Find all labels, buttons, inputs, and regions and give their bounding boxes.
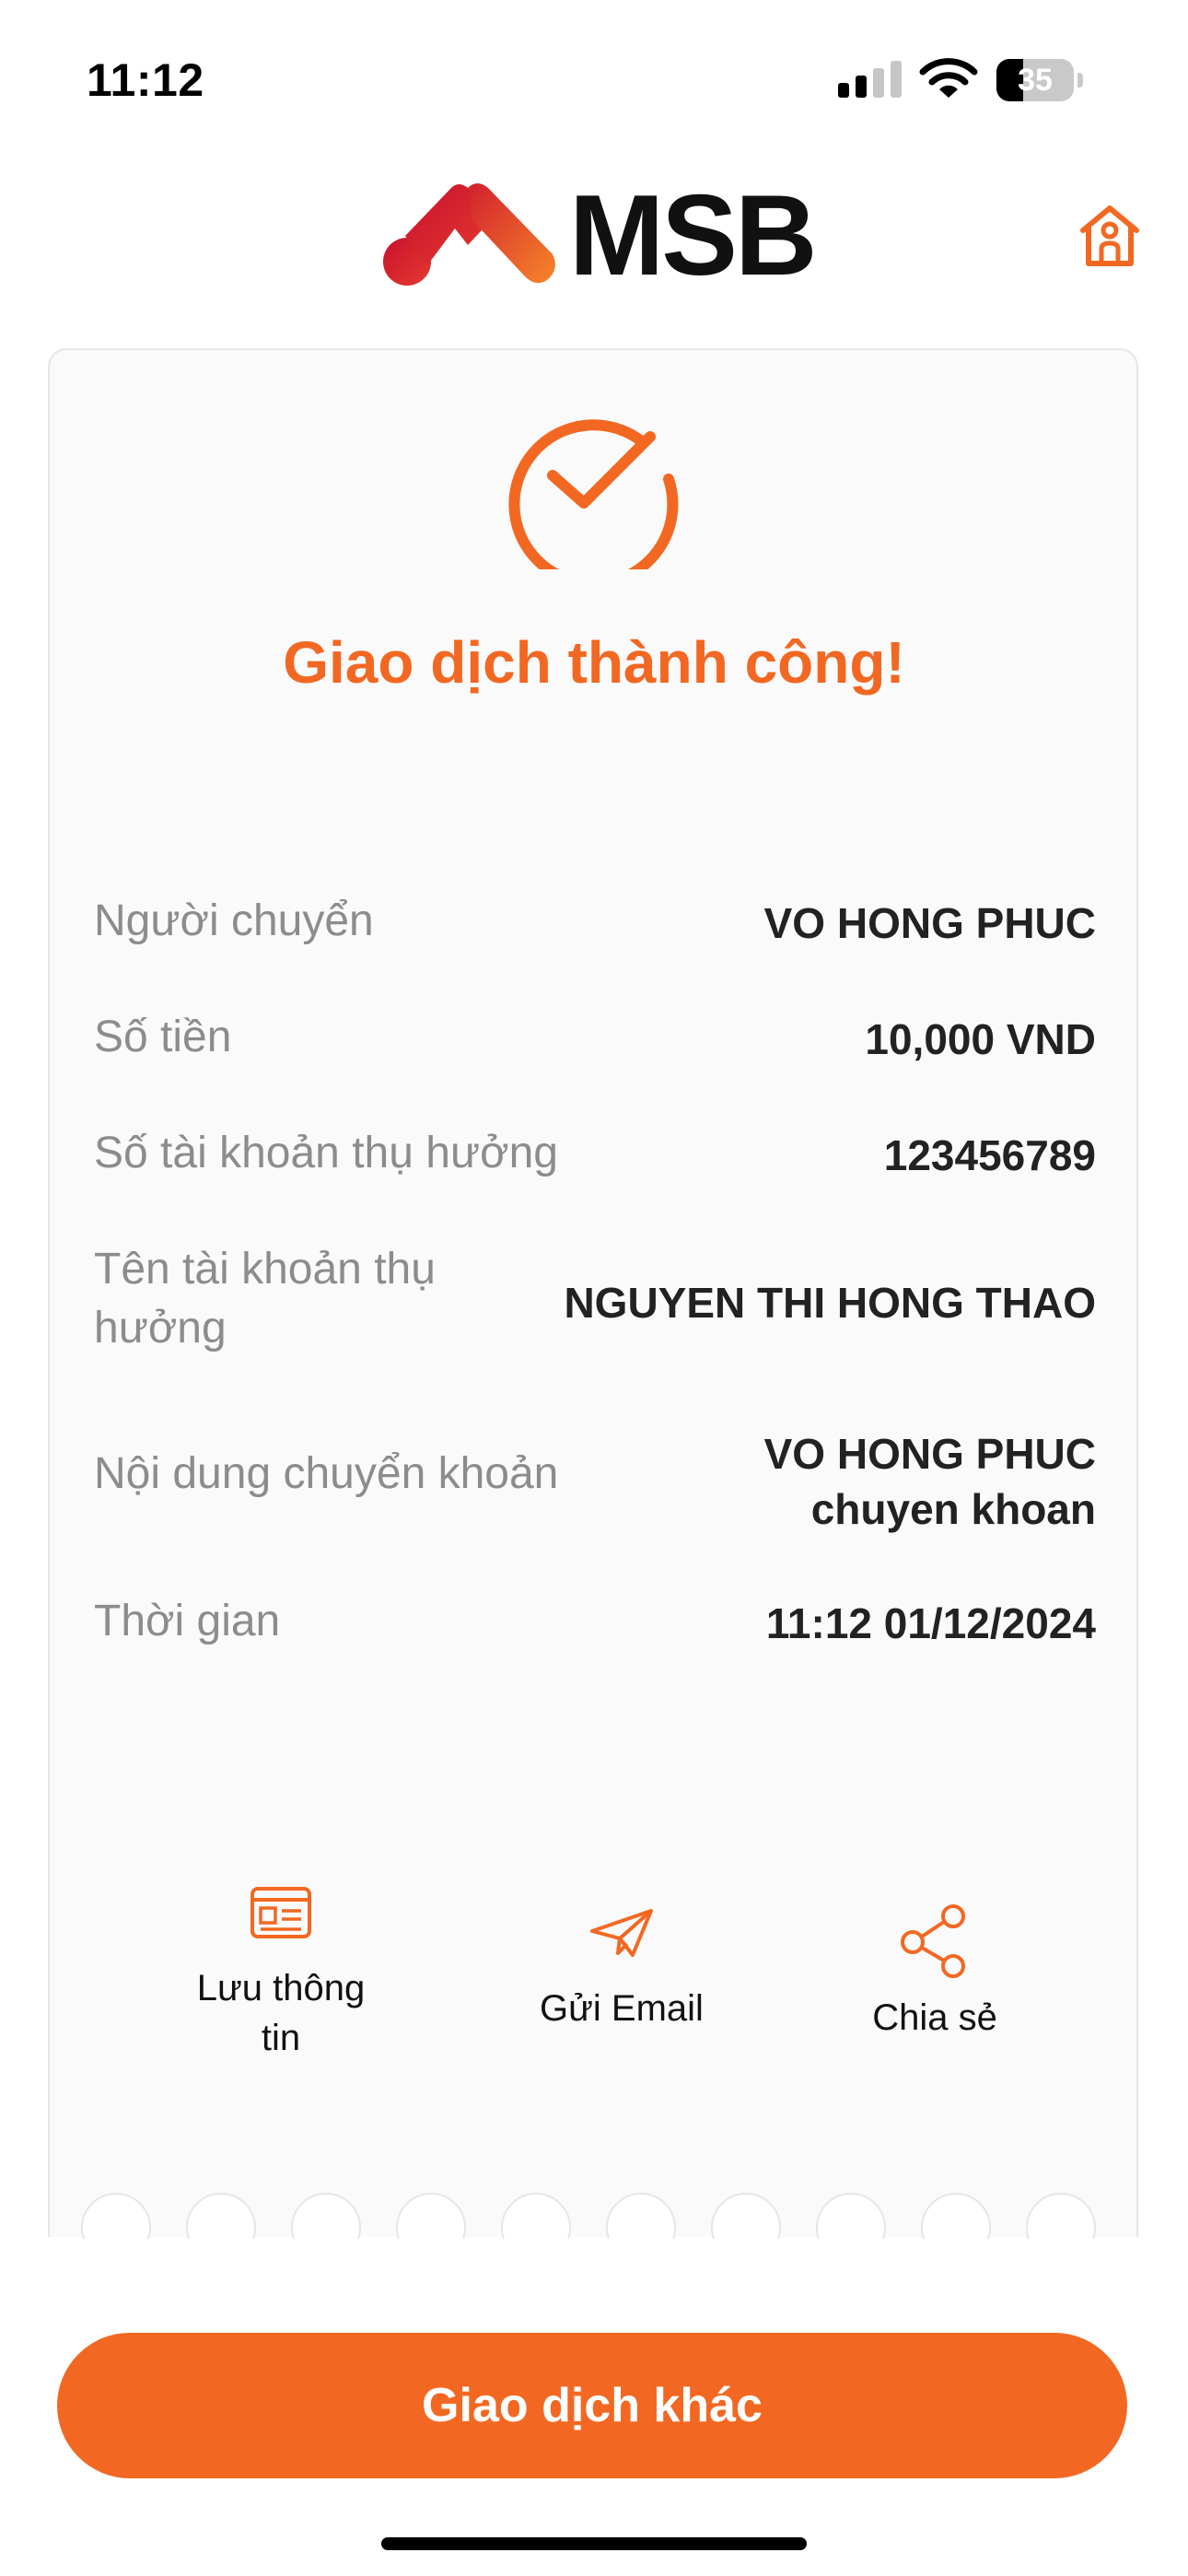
receipt-scalloped-edge xyxy=(48,2193,1138,2239)
sender-value: VO HONG PHUC xyxy=(763,899,1096,947)
send-email-button[interactable]: Gửi Email xyxy=(465,1907,778,2033)
share-button[interactable]: Chia sẻ xyxy=(778,1903,1091,2043)
transfer-content-label: Nội dung chuyển khoản xyxy=(94,1449,559,1498)
beneficiary-name-label: Tên tài khoản thụ hưởng xyxy=(94,1245,436,1352)
amount-value: 10,000 VND xyxy=(865,1015,1096,1063)
msb-logo-text: MSB xyxy=(569,172,818,299)
send-email-icon xyxy=(465,1907,778,1963)
save-info-icon xyxy=(124,1885,437,1945)
save-info-label: Lưu thông tin xyxy=(196,1968,366,2058)
sender-label: Người chuyển xyxy=(94,896,374,945)
transfer-content-value: VO HONG PHUC chuyen khoan xyxy=(763,1430,1096,1533)
other-transaction-button[interactable]: Giao dịch khác xyxy=(57,2333,1127,2478)
beneficiary-account-label: Số tài khoản thụ hưởng xyxy=(94,1129,558,1177)
send-email-label: Gửi Email xyxy=(540,1988,704,2029)
amount-label: Số tiền xyxy=(94,1013,232,1061)
success-title: Giao dịch thành công! xyxy=(283,629,905,696)
share-icon xyxy=(778,1903,1091,1984)
wifi-icon xyxy=(919,55,978,106)
home-icon[interactable] xyxy=(1077,203,1142,274)
save-info-button[interactable]: Lưu thông tin xyxy=(124,1885,437,2063)
cellular-signal-icon xyxy=(838,61,902,98)
beneficiary-account-value: 123456789 xyxy=(883,1131,1096,1179)
time-value: 11:12 01/12/2024 xyxy=(765,1599,1096,1647)
check-circle-icon xyxy=(505,394,680,590)
home-indicator xyxy=(381,2537,807,2550)
status-time: 11:12 xyxy=(87,54,204,106)
beneficiary-name-value: NGUYEN THI HONG THAO xyxy=(564,1279,1096,1327)
msb-logo-mark xyxy=(379,181,560,292)
battery-level: 35 xyxy=(1018,63,1053,98)
share-label: Chia sẻ xyxy=(872,1997,997,2038)
battery-icon: 35 xyxy=(996,59,1085,101)
time-label: Thời gian xyxy=(94,1597,281,1645)
